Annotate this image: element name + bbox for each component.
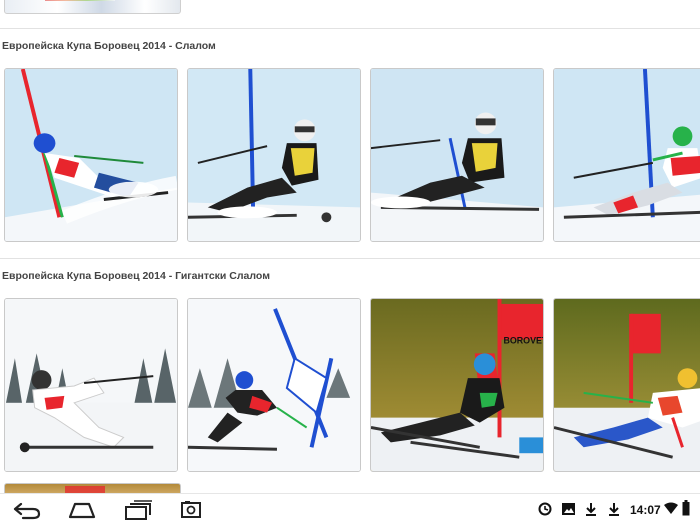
section-divider (0, 28, 700, 29)
album-title-slalom[interactable]: Европейска Купа Боровец 2014 - Слалом (2, 40, 216, 52)
screenshot-icon[interactable] (178, 498, 204, 522)
photo-gs-4[interactable] (553, 298, 700, 472)
gs-photo-3-image: BOROVET (371, 299, 543, 471)
back-icon[interactable] (12, 498, 42, 522)
photo-slalom-1[interactable] (4, 68, 178, 242)
gallery-content: Европейска Купа Боровец 2014 - Слалом Ев… (0, 0, 700, 493)
download-done-icon (609, 503, 619, 516)
gallery-icon (562, 503, 575, 515)
sync-icon (538, 502, 552, 516)
album-title-giant-slalom[interactable]: Европейска Купа Боровец 2014 - Гигантски… (2, 270, 270, 282)
photo-slalom-4[interactable] (553, 68, 700, 242)
slalom-photo-4-image (554, 69, 700, 241)
section-divider (0, 258, 700, 259)
slalom-photo-3-image (371, 69, 543, 241)
banner-text: BOROVET (503, 335, 543, 345)
photo-next-row-thumbnail[interactable] (4, 483, 181, 493)
slalom-photo-2-image (188, 69, 360, 241)
previous-album-thumbnail[interactable] (4, 0, 181, 14)
status-clock: 14:07 (630, 503, 661, 517)
gs-photo-1-image (5, 299, 177, 471)
photo-slalom-3[interactable] (370, 68, 544, 242)
system-navigation-bar: 14:07 (0, 493, 700, 526)
photo-slalom-2[interactable] (187, 68, 361, 242)
download-icon (586, 503, 596, 516)
photo-gs-2[interactable] (187, 298, 361, 472)
battery-icon (682, 500, 690, 516)
gs-photo-2-image (188, 299, 360, 471)
photo-gs-1[interactable] (4, 298, 178, 472)
slalom-photo-1-image (5, 69, 177, 241)
photo-gs-3[interactable]: BOROVET (370, 298, 544, 472)
wifi-icon (664, 502, 678, 514)
gs-photo-4-image (554, 299, 700, 471)
home-icon[interactable] (66, 498, 98, 522)
recent-apps-icon[interactable] (122, 498, 154, 522)
